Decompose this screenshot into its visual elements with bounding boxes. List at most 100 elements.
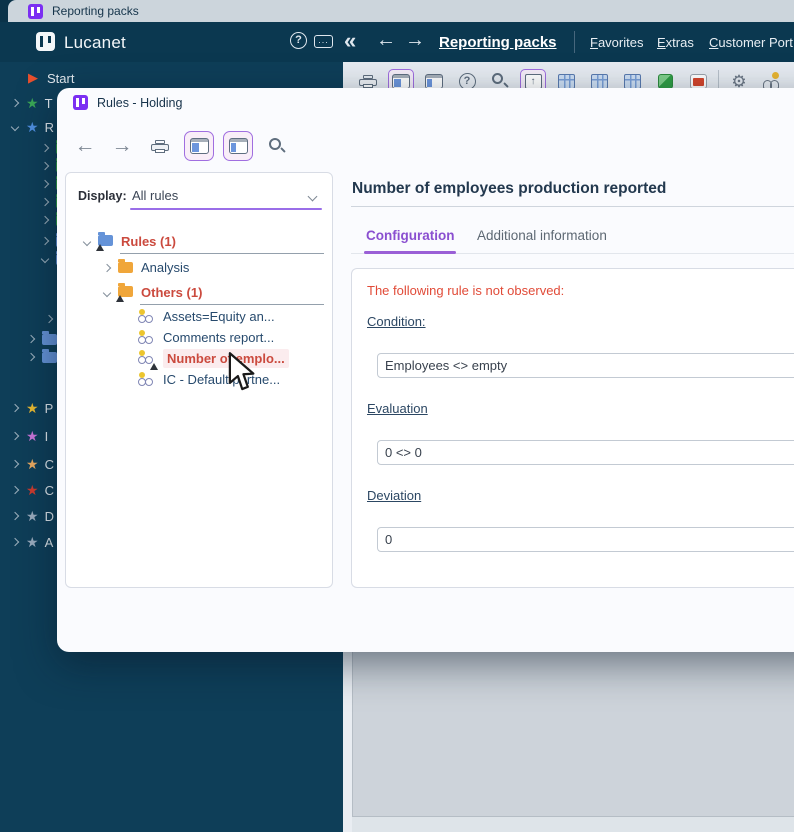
sidebar-item-d[interactable]: ★ D <box>12 507 54 525</box>
window-tab[interactable]: Reporting packs <box>8 0 794 22</box>
chevron-down-icon[interactable] <box>83 237 91 245</box>
chevron-down-icon[interactable] <box>11 123 19 131</box>
tree-node-rules[interactable]: Rules (1) <box>66 231 332 252</box>
deviation-label: Deviation <box>367 488 421 503</box>
sidebar-item-a[interactable]: ★ A <box>12 533 53 551</box>
dialog-print-button[interactable] <box>145 131 175 161</box>
menu-customer-portal[interactable]: Customer Port <box>709 35 793 50</box>
chevron-right-icon[interactable] <box>27 335 35 343</box>
red-square-icon <box>690 74 707 89</box>
chevron-right-icon[interactable] <box>41 216 49 224</box>
tree-node-others[interactable]: Others (1) <box>66 282 332 303</box>
deviation-input[interactable] <box>377 527 794 552</box>
chevron-right-icon[interactable] <box>103 263 111 271</box>
sidebar-item-i[interactable]: ★ I <box>12 427 48 445</box>
tree-node-analysis[interactable]: Analysis <box>66 257 332 278</box>
feedback-icon[interactable]: ... <box>314 35 333 48</box>
display-label: Display: <box>78 189 127 203</box>
chevron-right-icon[interactable] <box>11 99 19 107</box>
sidebar-item-p[interactable]: ★ P <box>12 399 53 417</box>
tree-underline <box>140 304 324 305</box>
sidebar-item-label: A <box>45 535 54 550</box>
sidebar-folder[interactable] <box>28 330 57 348</box>
chevron-right-icon[interactable] <box>11 432 19 440</box>
condition-input[interactable] <box>377 353 794 378</box>
chevron-right-icon[interactable] <box>41 198 49 206</box>
condition-label: Condition: <box>367 314 426 329</box>
layout-left-alt-icon <box>229 138 248 154</box>
tree-rule-number-of-employees[interactable]: Number of emplo... <box>66 348 332 369</box>
rule-heading: Number of employees production reported <box>352 180 666 198</box>
tab-additional-information[interactable]: Additional information <box>477 228 607 243</box>
window-tab-bar: Reporting packs <box>0 0 794 22</box>
sidebar-folder[interactable] <box>46 310 52 328</box>
chevron-right-icon[interactable] <box>11 512 19 520</box>
tree-rule-comments[interactable]: Comments report... <box>66 327 332 348</box>
chevron-right-icon[interactable] <box>41 144 49 152</box>
dialog-back-icon[interactable]: ← <box>71 134 99 158</box>
current-page-link[interactable]: Reporting packs <box>439 34 557 51</box>
menu-favorites[interactable]: Favorites <box>590 35 643 50</box>
layout-left-icon <box>392 74 410 89</box>
mouse-cursor <box>226 352 256 399</box>
star-icon: ★ <box>26 429 39 443</box>
menu-extras[interactable]: Extras <box>657 35 694 50</box>
heading-divider <box>351 206 794 207</box>
chevron-right-icon[interactable] <box>11 486 19 494</box>
dialog-layout-button-2[interactable] <box>223 131 253 161</box>
layout-left-icon <box>190 138 209 154</box>
tab-configuration[interactable]: Configuration <box>366 228 454 243</box>
sidebar-item-label: D <box>45 509 54 524</box>
display-value[interactable]: All rules <box>132 188 178 203</box>
folder-icon <box>118 262 133 273</box>
chevron-right-icon[interactable] <box>11 460 19 468</box>
dialog-search-button[interactable] <box>262 131 292 161</box>
chevron-right-icon[interactable] <box>41 180 49 188</box>
back-icon[interactable]: ← <box>376 29 396 52</box>
folder-warning-icon <box>98 234 113 249</box>
chevron-down-icon[interactable] <box>308 192 318 202</box>
chevron-right-icon[interactable] <box>41 162 49 170</box>
star-icon: ★ <box>26 96 39 110</box>
chevron-right-icon[interactable] <box>41 237 49 245</box>
tree-rule-assets[interactable]: Assets=Equity an... <box>66 306 332 327</box>
forward-icon[interactable]: → <box>405 29 425 52</box>
help-icon[interactable]: ? <box>290 32 307 49</box>
help-circle-icon: ? <box>459 73 476 90</box>
chevron-right-icon[interactable] <box>45 315 53 323</box>
printer-icon <box>359 75 377 88</box>
menu-favorites-initial: F <box>590 35 598 50</box>
sidebar-item-c2[interactable]: ★ C <box>12 481 54 499</box>
sidebar-item-r[interactable]: ★ R <box>12 118 54 136</box>
chevron-down-icon[interactable] <box>103 288 111 296</box>
header-divider <box>574 31 575 53</box>
grid-icon <box>624 74 641 89</box>
sidebar-item-t[interactable]: ★ T <box>12 94 53 112</box>
dialog-title-bar[interactable]: Rules - Holding <box>73 95 182 110</box>
search-icon <box>268 137 286 155</box>
cube-icon <box>658 74 673 89</box>
folder-warning-icon <box>118 285 133 300</box>
gear-icon: ⚙ <box>731 73 746 90</box>
tree-rule-ic-default[interactable]: IC - Default partne... <box>66 369 332 390</box>
collapse-history-icon[interactable]: « <box>344 28 356 54</box>
sidebar-item-start[interactable]: ▶ Start <box>28 69 74 87</box>
dialog-layout-button-1[interactable] <box>184 131 214 161</box>
dialog-forward-icon[interactable]: → <box>108 134 136 158</box>
chevron-right-icon[interactable] <box>11 404 19 412</box>
sidebar-folder[interactable] <box>28 348 57 366</box>
tree-node-label: Rules (1) <box>121 234 176 249</box>
printer-icon <box>151 140 169 153</box>
chevron-right-icon[interactable] <box>27 353 35 361</box>
tree-underline <box>120 253 324 254</box>
dialog-toolbar: ← → <box>71 125 292 167</box>
menu-favorites-rest: avorites <box>598 35 644 50</box>
chevron-right-icon[interactable] <box>11 538 19 546</box>
status-strip <box>352 817 794 832</box>
chevron-down-icon[interactable] <box>41 255 49 263</box>
display-filter[interactable]: Display: All rules <box>78 187 322 209</box>
rules-dialog: Rules - Holding ← → Display: All rules R… <box>57 88 794 652</box>
sidebar-item-c1[interactable]: ★ C <box>12 455 54 473</box>
evaluation-input[interactable] <box>377 440 794 465</box>
star-icon: ★ <box>26 457 39 471</box>
